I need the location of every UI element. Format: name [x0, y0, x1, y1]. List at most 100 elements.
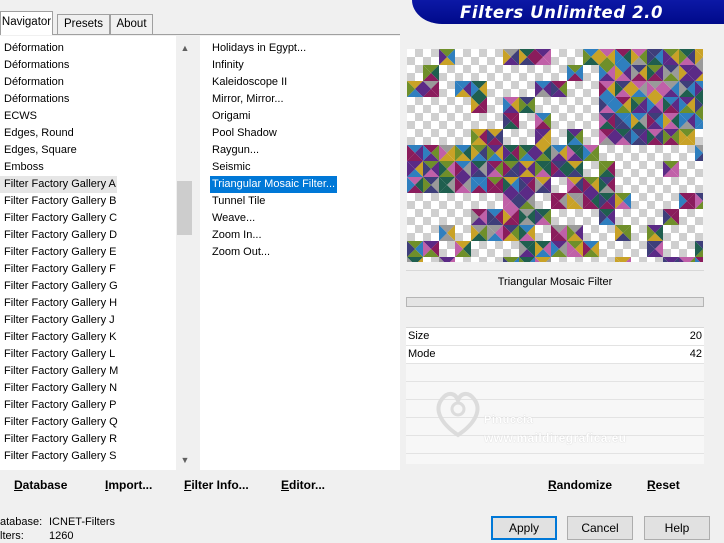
- category-item[interactable]: Emboss: [4, 159, 44, 176]
- mosaic-tile: [487, 129, 503, 145]
- category-item[interactable]: Filter Factory Gallery E: [4, 244, 116, 261]
- scroll-up-icon[interactable]: ▲: [176, 40, 194, 57]
- mosaic-tile: [423, 145, 439, 161]
- mosaic-tile: [503, 113, 519, 129]
- watermark-logo: [436, 392, 480, 438]
- filter-item[interactable]: Zoom Out...: [212, 244, 270, 261]
- filter-item[interactable]: Kaleidoscope II: [212, 74, 287, 91]
- category-scrollbar[interactable]: [176, 36, 194, 470]
- tab-presets[interactable]: Presets: [57, 14, 110, 34]
- filter-item[interactable]: Pool Shadow: [212, 125, 277, 142]
- category-list[interactable]: Déformation Déformations Déformation Déform…: [0, 36, 194, 470]
- mosaic-tile: [471, 161, 487, 177]
- mosaic-tile: [407, 257, 423, 262]
- database-button[interactable]: Database: [14, 478, 67, 492]
- filter-item[interactable]: Raygun...: [212, 142, 259, 159]
- apply-button[interactable]: Apply: [491, 516, 557, 540]
- filter-item[interactable]: Mirror, Mirror...: [212, 91, 284, 108]
- category-item[interactable]: Filter Factory Gallery J: [4, 312, 115, 329]
- param-size-value: 20: [689, 330, 702, 342]
- mosaic-tile: [471, 81, 487, 97]
- randomize-button[interactable]: Randomize: [548, 478, 612, 492]
- filter-item[interactable]: Tunnel Tile: [212, 193, 265, 210]
- mosaic-tile: [567, 129, 583, 145]
- category-item[interactable]: Filter Factory Gallery P: [4, 397, 116, 414]
- divider: [406, 453, 704, 454]
- mosaic-tile: [423, 65, 439, 81]
- divider: [406, 381, 704, 382]
- category-item[interactable]: Filter Factory Gallery G: [4, 278, 118, 295]
- mosaic-tile: [503, 161, 519, 177]
- mosaic-tile: [615, 49, 631, 65]
- scroll-down-icon[interactable]: ▼: [176, 452, 194, 469]
- mosaic-tile: [615, 97, 631, 113]
- preview-image: [407, 49, 703, 262]
- mosaic-tile: [535, 209, 551, 225]
- filter-info-button[interactable]: Filter Info...: [184, 478, 249, 492]
- help-button[interactable]: Help: [644, 516, 710, 540]
- category-item[interactable]: Filter Factory Gallery C: [4, 210, 117, 227]
- mosaic-tile: [695, 145, 703, 161]
- category-item[interactable]: Déformation: [4, 40, 64, 57]
- category-item[interactable]: Filter Factory Gallery H: [4, 295, 117, 312]
- category-item[interactable]: Déformations: [4, 57, 69, 74]
- mosaic-tile: [695, 193, 703, 209]
- category-item[interactable]: Edges, Round: [4, 125, 74, 142]
- category-item[interactable]: Filter Factory Gallery M: [4, 363, 118, 380]
- category-item[interactable]: Edges, Square: [4, 142, 77, 159]
- filter-item[interactable]: Zoom In...: [212, 227, 262, 244]
- mosaic-tile: [599, 177, 615, 193]
- mosaic-tile: [567, 193, 583, 209]
- category-item[interactable]: Déformation: [4, 74, 64, 91]
- category-item[interactable]: Filter Factory Gallery L: [4, 346, 115, 363]
- filter-item[interactable]: Weave...: [212, 210, 255, 227]
- category-item[interactable]: Filter Factory Gallery B: [4, 193, 116, 210]
- filter-item[interactable]: Holidays in Egypt...: [212, 40, 306, 57]
- param-size-slider[interactable]: Size 20: [406, 328, 704, 345]
- mosaic-tile: [471, 129, 487, 145]
- tab-navigator[interactable]: Navigator: [0, 11, 53, 35]
- category-item[interactable]: Filter Factory Gallery D: [4, 227, 117, 244]
- category-item[interactable]: Filter Factory Gallery Q: [4, 414, 118, 431]
- mosaic-tile: [663, 113, 679, 129]
- mosaic-tile: [615, 81, 631, 97]
- mosaic-tile: [535, 113, 551, 129]
- reset-button[interactable]: Reset: [647, 478, 680, 492]
- mosaic-tile: [647, 241, 663, 257]
- category-item[interactable]: Filter Factory Gallery R: [4, 431, 117, 448]
- category-item[interactable]: ECWS: [4, 108, 37, 125]
- mosaic-tile: [471, 177, 487, 193]
- category-item[interactable]: Filter Factory Gallery K: [4, 329, 116, 346]
- mosaic-tile: [487, 145, 503, 161]
- mosaic-tile: [615, 193, 631, 209]
- mosaic-tile: [583, 241, 599, 257]
- mosaic-tile: [407, 177, 423, 193]
- mosaic-tile: [503, 177, 519, 193]
- import-button[interactable]: Import...: [105, 478, 152, 492]
- mosaic-tile: [679, 81, 695, 97]
- mosaic-tile: [663, 209, 679, 225]
- category-scroll-thumb[interactable]: [177, 181, 192, 235]
- mosaic-tile: [695, 65, 703, 81]
- mosaic-tile: [679, 49, 695, 65]
- category-item[interactable]: Filter Factory Gallery S: [4, 448, 116, 465]
- filter-item[interactable]: Triangular Mosaic Filter...: [210, 176, 338, 193]
- category-item[interactable]: Filter Factory Gallery F: [4, 261, 116, 278]
- mosaic-tile: [455, 81, 471, 97]
- mosaic-tile: [583, 145, 599, 161]
- category-item[interactable]: Déformations: [4, 91, 69, 108]
- tab-about[interactable]: About: [110, 14, 153, 34]
- mosaic-tile: [663, 257, 679, 262]
- cancel-button[interactable]: Cancel: [567, 516, 633, 540]
- mosaic-tile: [567, 177, 583, 193]
- category-item[interactable]: Filter Factory Gallery N: [4, 380, 117, 397]
- mosaic-tile: [599, 209, 615, 225]
- category-item[interactable]: Filter Factory Gallery A: [0, 176, 117, 193]
- mosaic-tile: [519, 209, 535, 225]
- mosaic-tile: [487, 161, 503, 177]
- filter-item[interactable]: Seismic: [212, 159, 251, 176]
- filter-item[interactable]: Origami: [212, 108, 251, 125]
- filter-item[interactable]: Infinity: [212, 57, 244, 74]
- param-mode-slider[interactable]: Mode 42: [406, 346, 704, 363]
- editor-button[interactable]: Editor...: [281, 478, 325, 492]
